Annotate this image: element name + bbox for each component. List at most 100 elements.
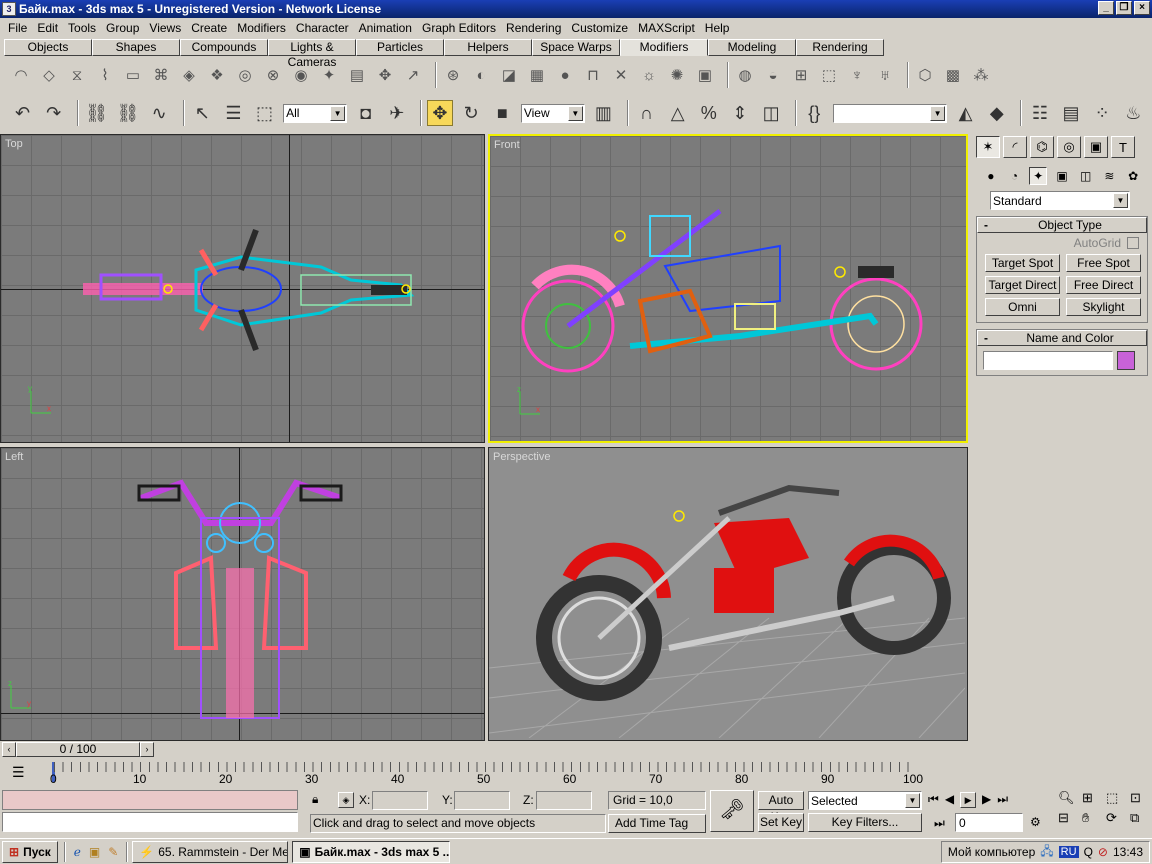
y-coord-input[interactable] <box>454 791 510 810</box>
cameras-icon[interactable]: ▣ <box>1053 167 1071 185</box>
arc-rotate-icon[interactable]: ⟳ <box>1106 810 1128 826</box>
shell-icon[interactable]: ▤ <box>346 64 368 86</box>
select-manipulate-icon[interactable]: ✈ <box>384 100 409 126</box>
xform-icon[interactable]: ✕ <box>610 64 632 86</box>
pan-icon[interactable]: ✋︎ <box>1082 810 1104 826</box>
viewport-top[interactable]: Top xy <box>0 134 485 443</box>
set-key-icon[interactable]: 🗝︎ <box>710 790 754 832</box>
menu-graph-editors[interactable]: Graph Editors <box>418 21 502 35</box>
task-3dsmax[interactable]: ▣ Байк.max - 3ds max 5 ... <box>292 840 451 863</box>
uvw-icon[interactable]: ◒ <box>762 64 784 86</box>
relax-icon[interactable]: ❖ <box>206 64 228 86</box>
helpers-icon[interactable]: ◫ <box>1077 167 1095 185</box>
wave-icon[interactable]: ⊗ <box>262 64 284 86</box>
time-slider-thumb[interactable]: 0 / 100 <box>16 742 140 757</box>
melt-icon[interactable]: ☼ <box>638 64 660 86</box>
render-teapot-icon[interactable]: ♨ <box>1121 100 1146 126</box>
menu-help[interactable]: Help <box>701 21 736 35</box>
stretch-icon[interactable]: ▭ <box>122 64 144 86</box>
spherify-icon[interactable]: ✥ <box>374 64 396 86</box>
twist-icon[interactable]: ⧖ <box>66 64 88 86</box>
angle-snap-icon[interactable]: △ <box>665 100 690 126</box>
spinner-snap-icon[interactable]: ⇕ <box>727 100 752 126</box>
mesh-select-icon[interactable]: ◍ <box>734 64 756 86</box>
align-icon[interactable]: ◆ <box>984 100 1009 126</box>
mirror-icon[interactable]: ◐ <box>470 64 492 86</box>
select-by-name-icon[interactable]: ☰ <box>221 100 246 126</box>
displace-icon[interactable]: ◪ <box>498 64 520 86</box>
goto-end-icon[interactable]: ⏭ <box>997 792 1008 808</box>
hierarchy-panel-icon[interactable]: ⌬ <box>1030 136 1054 158</box>
x-coord-input[interactable] <box>372 791 428 810</box>
unlink-icon[interactable]: ⛓ <box>115 100 140 126</box>
snap-3d-icon[interactable]: ∩ <box>634 100 659 126</box>
tray-my-computer[interactable]: Мой компьютер <box>948 845 1035 859</box>
geometry-icon[interactable]: ● <box>982 167 1000 185</box>
lights-icon[interactable]: ✦ <box>1029 167 1048 185</box>
menu-views[interactable]: Views <box>145 21 187 35</box>
start-button[interactable]: ⊞ Пуск <box>2 840 58 863</box>
select-rotate-icon[interactable]: ↻ <box>459 100 484 126</box>
key-mode-dropdown[interactable]: Selected ▼ <box>808 791 922 810</box>
menu-animation[interactable]: Animation <box>355 21 418 35</box>
tab-objects[interactable]: Objects <box>4 39 92 56</box>
time-next-icon[interactable]: › <box>140 742 154 757</box>
maximize-viewport-icon[interactable]: ⧉ <box>1130 810 1152 826</box>
close-button[interactable]: × <box>1134 1 1150 15</box>
ie-icon[interactable]: ℯ <box>74 845 81 859</box>
create-panel-icon[interactable]: ✶ <box>976 136 1000 158</box>
menu-customize[interactable]: Customize <box>567 21 634 35</box>
zoom-extents-icon[interactable]: ⬚ <box>1106 790 1128 806</box>
ffd-icon[interactable]: ▦ <box>526 64 548 86</box>
time-config-icon[interactable]: ⚙ <box>1030 815 1041 829</box>
modify-panel-icon[interactable]: ◜ <box>1003 136 1027 158</box>
region-zoom-icon[interactable]: ⊟ <box>1058 810 1080 826</box>
lattice-icon[interactable]: ⊛ <box>442 64 464 86</box>
menu-maxscript[interactable]: MAXScript <box>634 21 701 35</box>
viewport-front[interactable]: Front xz <box>488 134 968 443</box>
menu-file[interactable]: File <box>4 21 33 35</box>
menu-tools[interactable]: Tools <box>64 21 102 35</box>
sphere-mod-icon[interactable]: ● <box>554 64 576 86</box>
selection-filter-dropdown[interactable]: All ▼ <box>283 103 348 123</box>
tab-helpers[interactable]: Helpers <box>444 39 532 56</box>
menu-group[interactable]: Group <box>102 21 145 35</box>
edit-named-sel-icon[interactable]: ◫ <box>759 100 784 126</box>
squeeze-icon[interactable]: ⌘ <box>150 64 172 86</box>
menu-modifiers[interactable]: Modifiers <box>233 21 292 35</box>
link-icon[interactable]: ⛓ <box>84 100 109 126</box>
tab-compounds[interactable]: Compounds <box>180 39 268 56</box>
free-spot-button[interactable]: Free Spot <box>1066 254 1141 272</box>
tab-lights-cameras[interactable]: Lights & Cameras <box>268 39 356 69</box>
reference-coord-dropdown[interactable]: View ▼ <box>520 103 585 123</box>
utilities-panel-icon[interactable]: T <box>1111 136 1135 158</box>
pivot-center-icon[interactable]: ▥ <box>591 100 616 126</box>
add-time-tag-button[interactable]: Add Time Tag <box>608 814 706 833</box>
time-prev-icon[interactable]: ‹ <box>2 742 16 757</box>
select-object-icon[interactable]: ↖ <box>190 100 215 126</box>
motion-panel-icon[interactable]: ◎ <box>1057 136 1081 158</box>
taper-icon[interactable]: ◇ <box>38 64 60 86</box>
current-frame-input[interactable] <box>955 813 1023 832</box>
set-key-button[interactable]: Set Key <box>758 813 804 832</box>
skew-icon[interactable]: ◉ <box>290 64 312 86</box>
tab-rendering[interactable]: Rendering <box>796 39 884 56</box>
next-frame-icon[interactable]: ▶ <box>982 792 991 808</box>
prev-frame-icon[interactable]: ◀ <box>945 792 954 808</box>
key-filters-button[interactable]: Key Filters... <box>808 813 922 832</box>
map-scaler-icon[interactable]: ⬚ <box>818 64 840 86</box>
object-color-swatch[interactable] <box>1117 351 1135 370</box>
checker-icon[interactable]: ▩ <box>942 64 964 86</box>
slice-icon[interactable]: ✦ <box>318 64 340 86</box>
lock-selection-icon[interactable]: 🔒︎ <box>312 792 318 807</box>
display-panel-icon[interactable]: ▣ <box>1084 136 1108 158</box>
material-id-icon[interactable]: ⁂ <box>970 64 992 86</box>
autogrid-checkbox[interactable] <box>1127 237 1139 249</box>
tab-particles[interactable]: Particles <box>356 39 444 56</box>
maxscript-input[interactable] <box>2 812 298 832</box>
goto-start-icon[interactable]: ⏮ <box>928 792 939 808</box>
desktop-icon[interactable]: ▣ <box>89 845 100 859</box>
target-spot-button[interactable]: Target Spot <box>985 254 1060 272</box>
schematic-view-icon[interactable]: ▤ <box>1058 100 1083 126</box>
z-coord-input[interactable] <box>536 791 592 810</box>
